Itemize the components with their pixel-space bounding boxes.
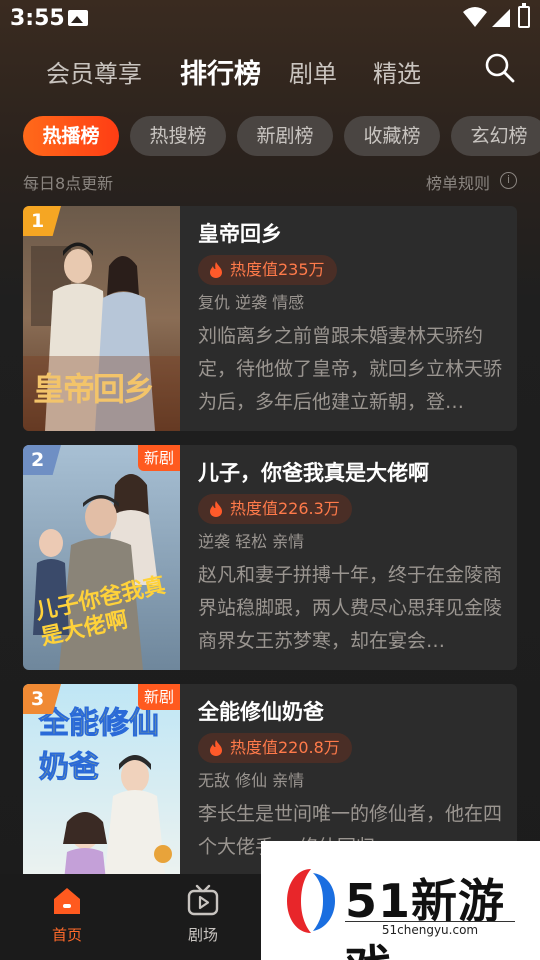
watermark-url: 51chengyu.com	[345, 921, 515, 937]
card-2-tags: 逆袭 轻松 亲情	[198, 532, 305, 551]
ranking-rules-link[interactable]: 榜单规则	[426, 170, 490, 194]
card-2-heat: 热度值226.3万	[198, 494, 352, 524]
flame-icon	[210, 501, 222, 517]
tab-playlist[interactable]: 剧单	[289, 54, 337, 89]
card-1-desc: 刘临离乡之前曾跟未婚妻林天骄约定，待他做了皇帝，就回乡立林天骄为后，多年后他建立…	[198, 325, 503, 413]
new-badge-3: 新剧	[137, 684, 180, 710]
card-3-heat-text: 热度值220.8万	[230, 738, 340, 757]
wifi-icon	[463, 7, 487, 27]
tab-featured[interactable]: 精选	[373, 54, 421, 89]
card-2-heat-text: 热度值226.3万	[230, 499, 340, 518]
card-2-desc: 赵凡和妻子拼搏十年，终于在金陵商界站稳脚跟，两人费尽心思拜见金陵商界女王苏梦寒，…	[198, 564, 503, 652]
gallery-notification-icon	[68, 10, 88, 26]
poster-1-title: 皇帝回乡	[33, 370, 155, 408]
brand-logo-icon	[287, 869, 335, 933]
home-icon	[54, 888, 80, 914]
category-chips: 热播榜 热搜榜 新剧榜 收藏榜 玄幻榜	[0, 116, 540, 158]
chip-new[interactable]: 新剧榜	[237, 116, 333, 156]
ranking-info-row: 每日8点更新 榜单规则 i	[0, 170, 540, 194]
info-icon[interactable]: i	[500, 172, 517, 189]
card-3-tags: 无敌 修仙 亲情	[198, 771, 305, 790]
flame-icon	[210, 262, 222, 278]
tab-ranking[interactable]: 排行榜	[180, 52, 261, 91]
chip-fantasy[interactable]: 玄幻榜	[451, 116, 540, 156]
bnav-home[interactable]: 首页	[32, 884, 102, 950]
status-time: 3:55	[10, 6, 65, 31]
chip-hot-search[interactable]: 热搜榜	[130, 116, 226, 156]
poster-2: 儿子你爸我真是大佬啊 2 新剧	[23, 445, 180, 670]
ranking-card-1[interactable]: 皇帝回乡 1 皇帝回乡 热度值235万 复仇 逆袭 情感 刘临离乡之前曾跟未婚妻…	[23, 206, 517, 431]
card-1-heat: 热度值235万	[198, 255, 337, 285]
card-1-title: 皇帝回乡	[198, 222, 282, 246]
card-1-tags: 复仇 逆袭 情感	[198, 293, 305, 312]
card-3-title: 全能修仙奶爸	[198, 700, 324, 724]
top-nav: 会员尊享 排行榜 剧单 精选	[0, 46, 540, 94]
tab-vip[interactable]: 会员尊享	[46, 54, 142, 89]
battery-icon	[518, 3, 530, 28]
bnav-theater-label: 剧场	[187, 926, 218, 944]
card-2-title: 儿子，你爸我真是大佬啊	[198, 461, 429, 485]
watermark: 51新游戏 51chengyu.com	[261, 841, 540, 960]
bnav-theater[interactable]: 剧场	[168, 884, 238, 950]
chip-favorites[interactable]: 收藏榜	[344, 116, 440, 156]
watermark-name: 51新游戏	[345, 874, 506, 960]
flame-icon	[210, 740, 222, 756]
card-3-heat: 热度值220.8万	[198, 733, 352, 763]
bnav-home-label: 首页	[51, 926, 82, 944]
card-1-heat-text: 热度值235万	[230, 260, 325, 279]
signal-icon	[492, 9, 510, 27]
ranking-card-2[interactable]: 儿子你爸我真是大佬啊 2 新剧 儿子，你爸我真是大佬啊 热度值226.3万 逆袭…	[23, 445, 517, 670]
status-bar: 3:55	[0, 0, 540, 36]
poster-1: 皇帝回乡 1	[23, 206, 180, 431]
tv-play-icon	[187, 884, 219, 916]
chip-hot-play[interactable]: 热播榜	[23, 116, 119, 156]
update-note: 每日8点更新	[23, 174, 114, 193]
poster-3-title: 全能修仙奶爸	[39, 706, 160, 786]
search-icon[interactable]	[484, 52, 516, 84]
new-badge-2: 新剧	[137, 445, 180, 471]
